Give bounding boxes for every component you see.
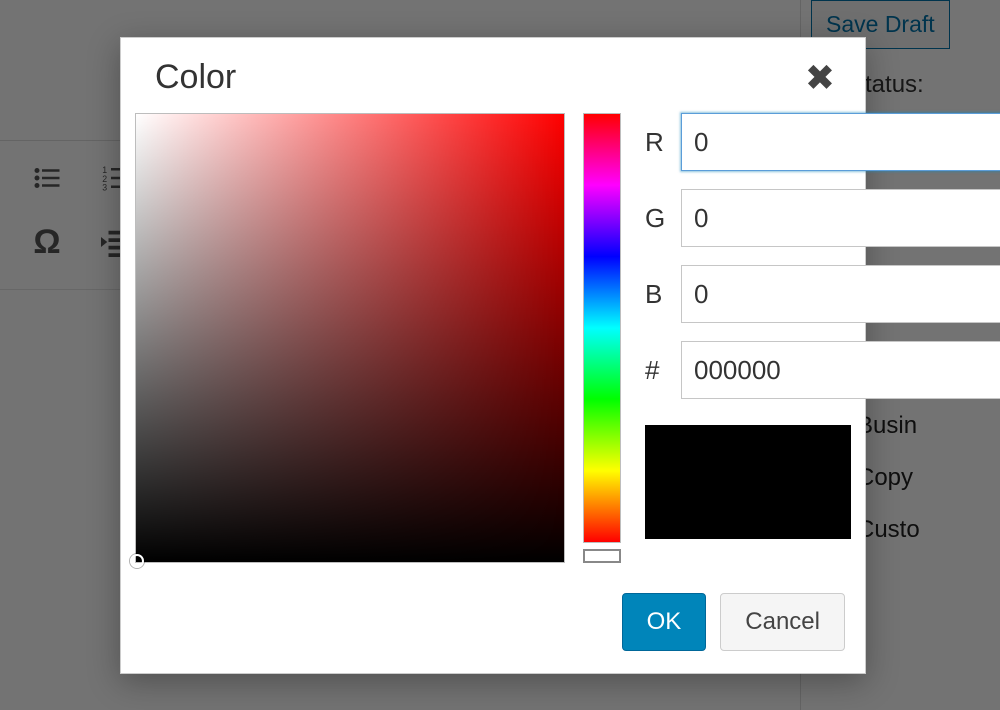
saturation-value-area[interactable] <box>135 113 565 563</box>
hex-input[interactable] <box>681 341 1000 399</box>
close-icon[interactable]: ✖ <box>805 60 835 96</box>
cancel-button[interactable]: Cancel <box>720 593 845 651</box>
color-picker-dialog: Color ✖ R G B # <box>120 37 866 674</box>
sv-cursor[interactable] <box>130 554 144 568</box>
b-label: B <box>645 279 667 310</box>
dialog-header: Color ✖ <box>121 38 865 113</box>
r-label: R <box>645 127 667 158</box>
dialog-title: Color <box>155 58 236 97</box>
dialog-footer: OK Cancel <box>121 575 865 673</box>
b-input[interactable] <box>681 265 1000 323</box>
ok-button[interactable]: OK <box>622 593 707 651</box>
g-input[interactable] <box>681 189 1000 247</box>
hue-indicator <box>583 549 621 563</box>
color-inputs: R G B # <box>645 113 851 539</box>
r-input[interactable] <box>681 113 1000 171</box>
hue-slider[interactable] <box>583 113 621 543</box>
color-preview-swatch <box>645 425 851 539</box>
g-label: G <box>645 203 667 234</box>
hex-label: # <box>645 355 667 386</box>
